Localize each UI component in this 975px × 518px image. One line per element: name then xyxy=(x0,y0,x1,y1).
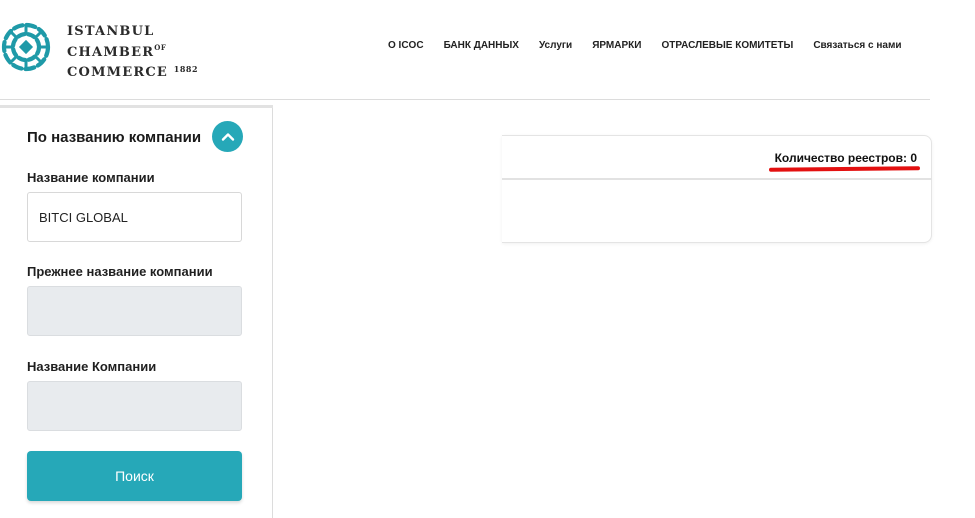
chamber-emblem-icon xyxy=(1,22,51,72)
registry-count: Количество реестров: 0 xyxy=(774,151,917,165)
nav-item-about[interactable]: О ICOC xyxy=(388,40,424,51)
nav-item-sector-committees[interactable]: ОТРАСЛЕВЫЕ КОМИТЕТЫ xyxy=(661,40,793,51)
site-header: ISTANBUL CHAMBEROF COMMERCE 1882 О ICOC … xyxy=(0,0,930,100)
collapse-section-button[interactable] xyxy=(212,121,243,152)
company-name-input[interactable] xyxy=(27,192,242,242)
brand-line-1: ISTANBUL xyxy=(67,24,155,39)
brand-line-3: COMMERCE 1882 xyxy=(67,61,198,81)
former-company-name-label: Прежнее название компании xyxy=(27,264,213,279)
search-button[interactable]: Поиск xyxy=(27,451,242,501)
results-panel: Количество реестров: 0 xyxy=(502,135,932,243)
former-company-name-input[interactable] xyxy=(27,286,242,336)
filter-section-title: По названию компании xyxy=(27,129,202,146)
nav-item-contact[interactable]: Связаться с нами xyxy=(813,40,901,51)
brand-name: ISTANBUL CHAMBEROF COMMERCE 1882 xyxy=(67,24,198,81)
sidebar-top-divider xyxy=(0,105,273,108)
nav-item-fairs[interactable]: ЯРМАРКИ xyxy=(592,40,641,51)
istanbul-chamber-logo[interactable]: ISTANBUL CHAMBEROF COMMERCE 1882 xyxy=(0,12,200,82)
company-name-alt-input[interactable] xyxy=(27,381,242,431)
brand-year: 1882 xyxy=(173,64,199,74)
chevron-up-icon xyxy=(221,132,234,141)
brand-line-2-sup: OF xyxy=(154,43,167,52)
search-filter-sidebar: По названию компании Название компании П… xyxy=(0,105,273,518)
nav-item-data-bank[interactable]: БАНК ДАННЫХ xyxy=(444,40,519,51)
brand-line-2-text: CHAMBER xyxy=(67,45,155,60)
company-name-label: Название компании xyxy=(27,170,155,185)
brand-line-2: CHAMBEROF xyxy=(67,40,198,61)
company-name-alt-label: Название Компании xyxy=(27,359,157,374)
results-divider xyxy=(502,178,932,180)
main-nav: О ICOC БАНК ДАННЫХ Услуги ЯРМАРКИ ОТРАСЛ… xyxy=(388,40,902,51)
nav-item-services[interactable]: Услуги xyxy=(539,40,572,51)
brand-line-3-text: COMMERCE xyxy=(67,65,169,80)
